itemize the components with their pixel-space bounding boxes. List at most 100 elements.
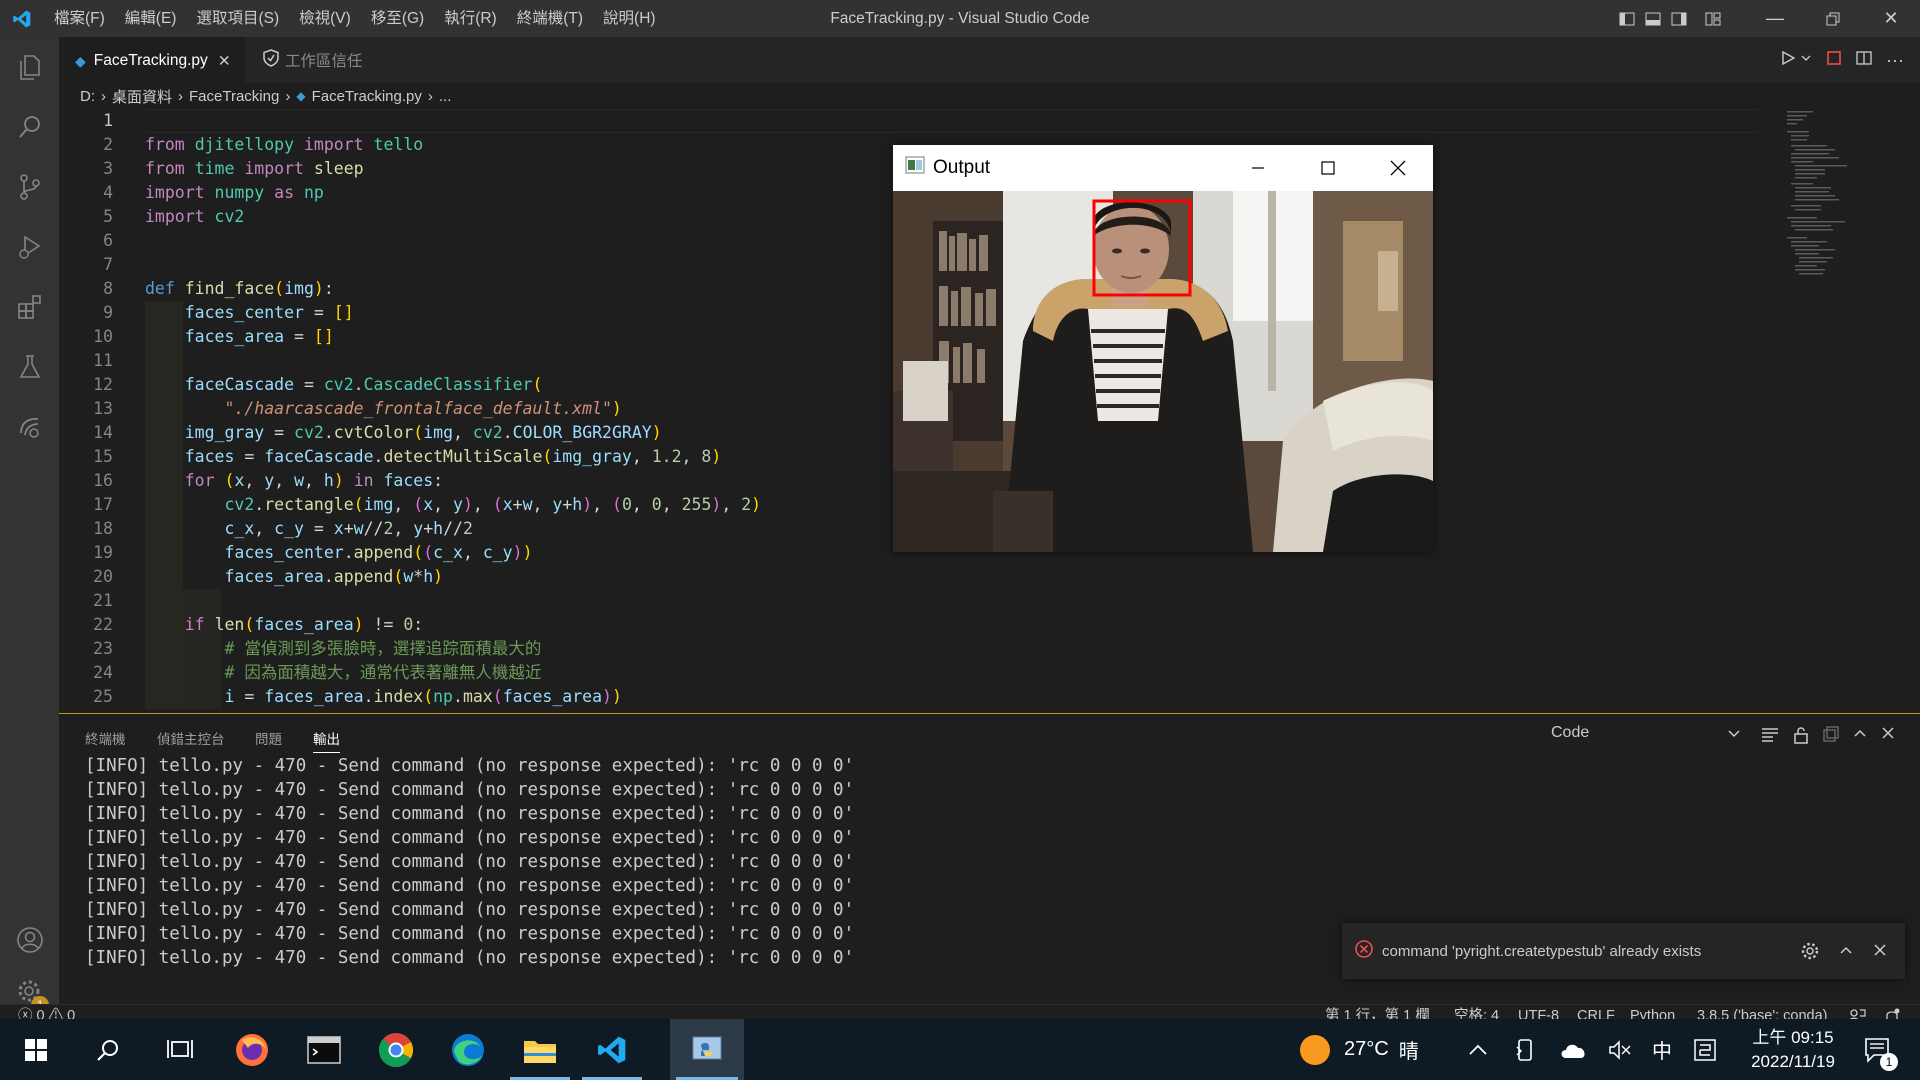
shield-icon — [263, 48, 279, 72]
weather-widget[interactable]: 27°C 晴 — [1300, 1019, 1419, 1080]
output-log-line: [INFO] tello.py - 470 - Send command (no… — [85, 924, 855, 944]
output-window[interactable]: Output — [893, 145, 1433, 552]
menu-edit[interactable]: 編輯(E) — [115, 0, 187, 37]
close-tab-icon[interactable]: ✕ — [218, 52, 231, 71]
chevron-right-icon: › — [178, 87, 184, 105]
volume-muted-icon[interactable] — [1608, 1019, 1632, 1080]
run-python-file-icon[interactable] — [1780, 50, 1796, 71]
expand-notification-icon[interactable] — [1839, 943, 1853, 961]
line-number: 2 — [103, 135, 113, 154]
source-control-icon[interactable] — [0, 157, 59, 217]
split-editor-icon[interactable] — [1856, 50, 1872, 71]
toggle-sidebar-icon[interactable] — [1614, 0, 1640, 37]
menu-bar: 檔案(F) 編輯(E) 選取項目(S) 檢視(V) 移至(G) 執行(R) 終端… — [44, 0, 666, 37]
onedrive-cloud-icon[interactable] — [1560, 1019, 1588, 1080]
breadcrumb-drive[interactable]: D: — [80, 88, 95, 105]
accounts-icon[interactable] — [0, 910, 59, 970]
line-number: 21 — [93, 591, 113, 610]
line-number: 4 — [103, 183, 113, 202]
breadcrumb-folder-facetracking[interactable]: FaceTracking — [189, 88, 279, 105]
code-line: import numpy as np — [145, 183, 324, 202]
edge-icon[interactable] — [432, 1019, 504, 1080]
minimize-button[interactable]: — — [1746, 0, 1804, 37]
more-actions-icon[interactable]: ··· — [1886, 50, 1904, 71]
close-notification-icon[interactable] — [1873, 943, 1887, 961]
vscode-logo-icon — [0, 0, 44, 37]
taskbar-search-icon[interactable] — [72, 1019, 144, 1080]
chevron-down-icon[interactable] — [1800, 51, 1812, 69]
file-explorer-icon[interactable] — [504, 1019, 576, 1080]
menu-file[interactable]: 檔案(F) — [44, 0, 115, 37]
open-in-editor-icon[interactable] — [1823, 726, 1839, 749]
output-log-line: [INFO] tello.py - 470 - Send command (no… — [85, 948, 855, 968]
python-app-icon[interactable] — [670, 1019, 744, 1080]
tab-debug-console[interactable]: 偵錯主控台 — [157, 728, 225, 748]
toggle-panel-icon[interactable] — [1640, 0, 1666, 37]
search-icon[interactable] — [0, 97, 59, 157]
output-log-line: [INFO] tello.py - 470 - Send command (no… — [85, 804, 855, 824]
lock-scroll-icon[interactable] — [1793, 726, 1809, 749]
restore-button[interactable] — [1804, 0, 1862, 37]
maximize-panel-icon[interactable] — [1853, 726, 1867, 749]
toggle-secondary-sidebar-icon[interactable] — [1666, 0, 1692, 37]
start-button[interactable] — [0, 1019, 72, 1080]
line-number: 20 — [93, 567, 113, 586]
taskbar-vscode-icon[interactable] — [576, 1019, 648, 1080]
ime-indicator[interactable]: 中 — [1652, 1019, 1672, 1080]
clear-output-icon[interactable] — [1761, 726, 1779, 749]
breadcrumb-file[interactable]: FaceTracking.py — [312, 88, 422, 105]
gear-icon[interactable] — [1801, 942, 1819, 964]
breadcrumb-folder-desktop[interactable]: 桌面資料 — [112, 86, 172, 107]
menu-view[interactable]: 檢視(V) — [289, 0, 361, 37]
extensions-icon[interactable] — [0, 277, 59, 337]
menu-help[interactable]: 說明(H) — [593, 0, 666, 37]
menu-go[interactable]: 移至(G) — [361, 0, 434, 37]
testing-icon[interactable] — [0, 337, 59, 397]
clock-date: 2022/11/19 — [1751, 1052, 1835, 1071]
stop-icon[interactable] — [1826, 50, 1842, 71]
output-log-line: [INFO] tello.py - 470 - Send command (no… — [85, 900, 855, 920]
code-line: c_x, c_y = x+w//2, y+h//2 — [224, 519, 473, 538]
code-line: faces_center = [] — [184, 303, 354, 322]
notification-center-icon[interactable]: 1 — [1864, 1019, 1898, 1080]
output-maximize-button[interactable] — [1293, 145, 1363, 191]
explorer-icon[interactable] — [0, 37, 59, 97]
tab-terminal[interactable]: 終端機 — [85, 728, 126, 748]
customize-layout-icon[interactable] — [1700, 0, 1726, 37]
remote-explorer-icon[interactable] — [0, 397, 59, 457]
tab-problems[interactable]: 問題 — [255, 728, 282, 748]
clock[interactable]: 上午 09:15 2022/11/19 — [1738, 1026, 1848, 1074]
tab-workspace-trust[interactable]: 工作區信任 — [247, 37, 447, 83]
menu-run[interactable]: 執行(R) — [434, 0, 507, 37]
minimap[interactable] — [1785, 109, 1875, 289]
chrome-icon[interactable] — [360, 1019, 432, 1080]
line-number: 9 — [103, 303, 113, 322]
breadcrumb: D: › 桌面資料 › FaceTracking › ◆ FaceTrackin… — [59, 83, 1920, 109]
error-circle-icon — [1354, 939, 1374, 963]
device-icon[interactable] — [1516, 1019, 1534, 1080]
output-channel-select[interactable]: Code — [1551, 724, 1741, 746]
close-panel-icon[interactable] — [1881, 726, 1895, 749]
code-line: "./haarcascade_frontalface_default.xml") — [224, 399, 622, 418]
tab-facetracking[interactable]: ◆ FaceTracking.py ✕ — [59, 37, 245, 84]
python-file-icon: ◆ — [75, 52, 86, 69]
show-hidden-icons-icon[interactable] — [1468, 1019, 1488, 1080]
menu-selection[interactable]: 選取項目(S) — [186, 0, 289, 37]
terminal-icon[interactable] — [288, 1019, 360, 1080]
line-number: 5 — [103, 207, 113, 226]
output-log-line: [INFO] tello.py - 470 - Send command (no… — [85, 876, 855, 896]
ime-mode-icon[interactable] — [1694, 1019, 1716, 1080]
task-view-icon[interactable] — [144, 1019, 216, 1080]
firefox-icon[interactable] — [216, 1019, 288, 1080]
output-close-button[interactable] — [1363, 145, 1433, 191]
code-line: for (x, y, w, h) in faces: — [184, 471, 444, 490]
close-window-button[interactable]: ✕ — [1862, 0, 1920, 37]
line-number: 22 — [93, 615, 113, 634]
menu-terminal[interactable]: 終端機(T) — [507, 0, 593, 37]
tab-output[interactable]: 輸出 — [313, 728, 340, 753]
line-number: 14 — [93, 423, 113, 442]
code-line: # 因為面積越大，通常代表著離無人機越近 — [145, 663, 542, 682]
run-debug-icon[interactable] — [0, 217, 59, 277]
output-minimize-button[interactable] — [1223, 145, 1293, 191]
breadcrumb-symbol[interactable]: ... — [439, 88, 452, 105]
